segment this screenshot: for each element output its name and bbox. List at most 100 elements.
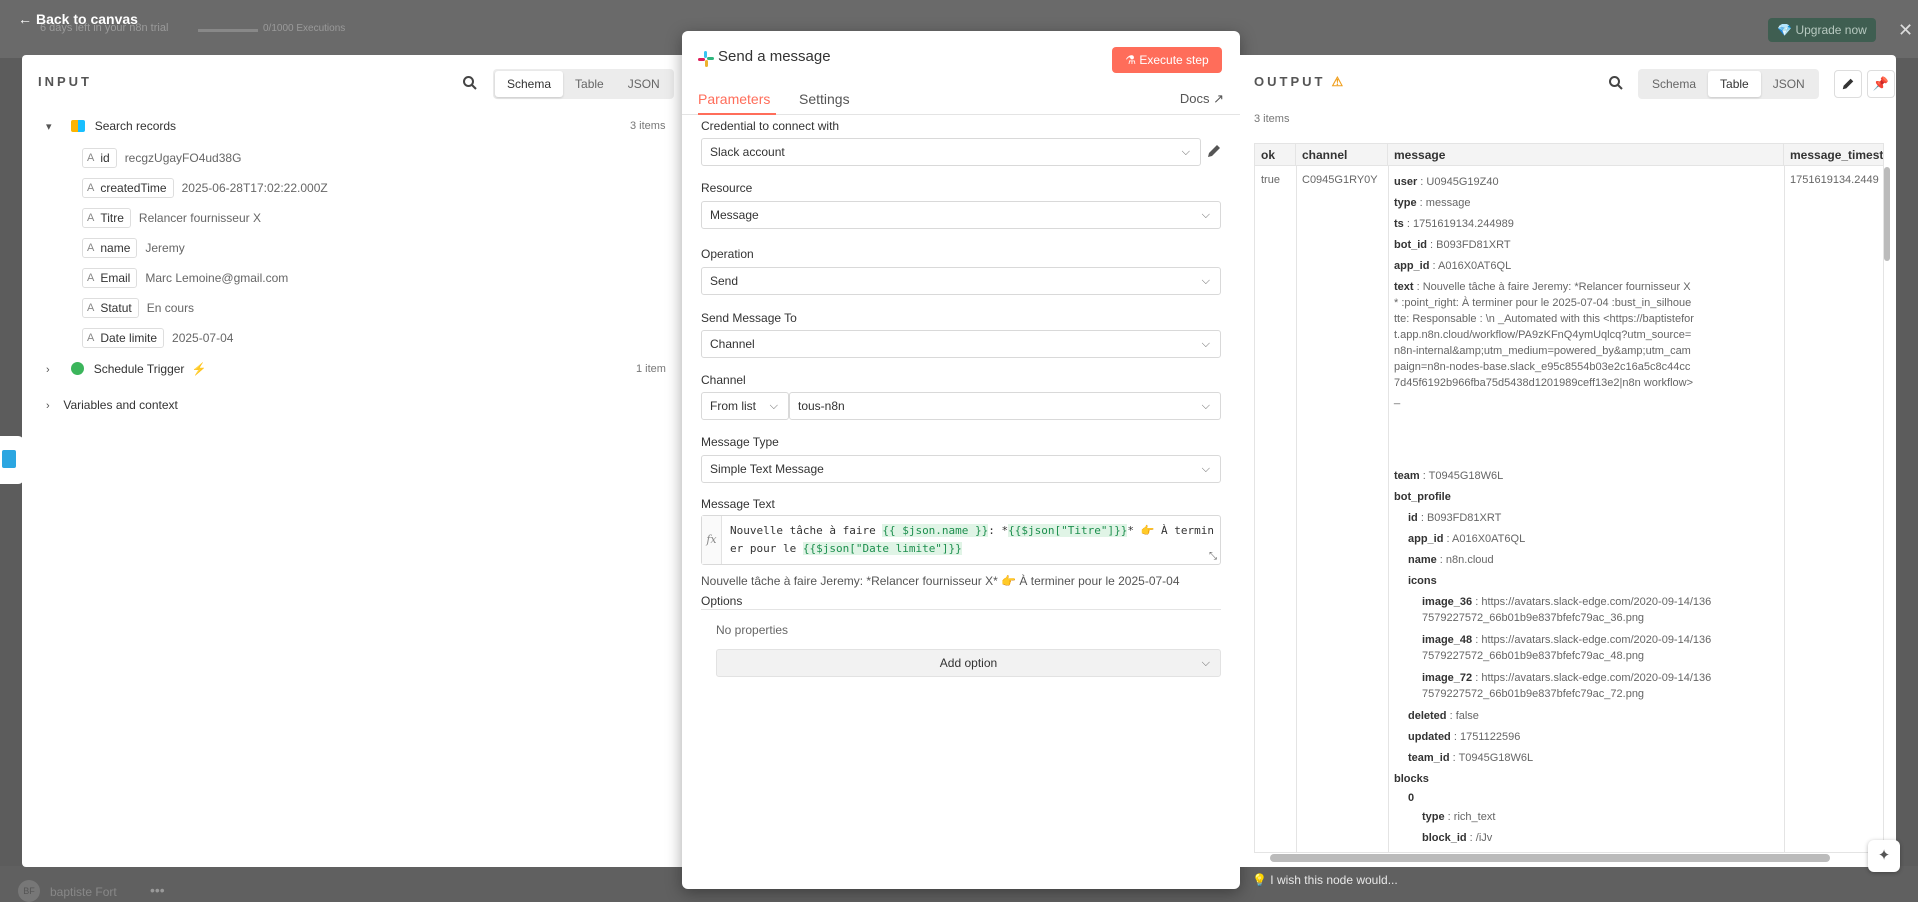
output-title: OUTPUT ⚠ bbox=[1254, 74, 1344, 89]
column-header[interactable]: message_timest bbox=[1784, 144, 1883, 166]
close-icon[interactable]: ✕ bbox=[1898, 20, 1913, 41]
docs-link[interactable]: Docs ↗ bbox=[1180, 91, 1224, 107]
schedule-trigger-node[interactable]: › Schedule Trigger ⚡ bbox=[46, 362, 207, 376]
add-option-button[interactable]: Add option ⌵ bbox=[716, 649, 1221, 677]
expression-token: {{$json["Titre"]}} bbox=[1008, 524, 1128, 537]
chevron-down-icon: ⌵ bbox=[1201, 400, 1210, 412]
operation-value: Send bbox=[710, 274, 739, 288]
resource-select[interactable]: Message ⌵ bbox=[701, 201, 1221, 229]
channel-mode-select[interactable]: From list ⌵ bbox=[701, 392, 789, 420]
active-tab-indicator bbox=[698, 113, 776, 115]
more-options-icon[interactable]: ••• bbox=[150, 882, 165, 898]
output-tab-schema[interactable]: Schema bbox=[1640, 71, 1708, 97]
input-tab-table[interactable]: Table bbox=[563, 71, 616, 97]
string-type-icon: A bbox=[87, 212, 95, 224]
ai-assistant-button[interactable]: ✦ bbox=[1868, 840, 1900, 872]
blocks-group: blocks bbox=[1394, 773, 1429, 785]
output-tab-table[interactable]: Table bbox=[1708, 71, 1761, 97]
string-type-icon: A bbox=[87, 152, 95, 164]
resource-label: Resource bbox=[701, 181, 753, 195]
feedback-link[interactable]: 💡 I wish this node would... bbox=[1252, 873, 1398, 887]
node-title[interactable]: Send a message bbox=[718, 48, 831, 65]
variables-context-label: Variables and context bbox=[63, 398, 178, 412]
node-settings-panel: Send a message ⚗ Execute step Parameters… bbox=[682, 31, 1240, 889]
message-text-input[interactable]: fx Nouvelle tâche à faire {{ $json.name … bbox=[701, 515, 1221, 565]
output-tab-json[interactable]: JSON bbox=[1761, 71, 1817, 97]
bot-profile-field: app_id : A016X0AT6QL bbox=[1408, 533, 1526, 545]
bot-profile-field: updated : 1751122596 bbox=[1408, 731, 1521, 743]
execute-step-label: Execute step bbox=[1139, 53, 1209, 67]
tab-settings[interactable]: Settings bbox=[799, 91, 850, 107]
message-field: app_id : A016X0AT6QL bbox=[1394, 260, 1512, 272]
variables-context-node[interactable]: › Variables and context bbox=[46, 398, 178, 412]
input-tab-json[interactable]: JSON bbox=[616, 71, 672, 97]
airtable-icon bbox=[2, 450, 16, 468]
credential-label: Credential to connect with bbox=[701, 119, 840, 133]
send-to-value: Channel bbox=[710, 337, 755, 351]
message-field: team : T0945G18W6L bbox=[1394, 470, 1504, 482]
no-properties-text: No properties bbox=[716, 623, 789, 637]
schema-field[interactable]: Aid recgzUgayFO4ud38G bbox=[82, 148, 241, 168]
schema-field[interactable]: A Date limite 2025-07-04 bbox=[82, 328, 233, 348]
schema-field[interactable]: A Email Marc Lemoine@gmail.com bbox=[82, 268, 288, 288]
cell-ok: true bbox=[1261, 174, 1280, 186]
block-field: type : rich_text bbox=[1422, 811, 1496, 823]
operation-select[interactable]: Send ⌵ bbox=[701, 267, 1221, 295]
pin-data-button[interactable]: 📌 bbox=[1867, 70, 1895, 98]
cell-message-ts: 1751619134.2449 bbox=[1790, 174, 1879, 186]
search-icon[interactable] bbox=[1608, 75, 1624, 91]
canvas-node-tab[interactable] bbox=[0, 436, 24, 484]
input-panel: INPUT Schema Table JSON ▾ Search records… bbox=[22, 55, 682, 867]
icons-group: icons bbox=[1408, 575, 1437, 587]
message-type-select[interactable]: Simple Text Message ⌵ bbox=[701, 455, 1221, 483]
schedule-trigger-label: Schedule Trigger bbox=[93, 362, 185, 376]
channel-label: Channel bbox=[701, 373, 746, 387]
channel-select[interactable]: tous-n8n ⌵ bbox=[789, 392, 1221, 420]
warning-icon: ⚠ bbox=[1331, 74, 1344, 89]
search-icon[interactable] bbox=[462, 75, 478, 91]
column-header[interactable]: channel bbox=[1296, 144, 1388, 166]
message-text-label: Message Text bbox=[701, 497, 775, 511]
chevron-down-icon: ⌵ bbox=[1201, 338, 1210, 350]
icon-url-field: image_72 : https://avatars.slack-edge.co… bbox=[1422, 672, 1712, 700]
credential-value: Slack account bbox=[710, 145, 785, 159]
schema-field[interactable]: AcreatedTime 2025-06-28T17:02:22.000Z bbox=[82, 178, 328, 198]
external-link-icon: ↗ bbox=[1213, 91, 1224, 106]
string-type-icon: A bbox=[87, 272, 95, 284]
bot-profile-field: name : n8n.cloud bbox=[1408, 554, 1494, 566]
avatar[interactable]: BF bbox=[18, 880, 40, 902]
expand-icon[interactable]: ⤡ bbox=[1209, 551, 1217, 562]
column-header[interactable]: ok bbox=[1255, 144, 1296, 166]
input-tab-schema[interactable]: Schema bbox=[495, 71, 564, 97]
schema-field[interactable]: A Statut En cours bbox=[82, 298, 194, 318]
pencil-icon bbox=[1842, 78, 1854, 90]
tab-parameters[interactable]: Parameters bbox=[698, 91, 770, 107]
search-records-label: Search records bbox=[94, 119, 177, 133]
add-option-label: Add option bbox=[939, 656, 998, 670]
column-header[interactable]: message bbox=[1388, 144, 1784, 166]
chevron-down-icon: ⌵ bbox=[1201, 463, 1210, 475]
output-items-count: 3 items bbox=[1254, 113, 1290, 125]
flask-icon: ⚗ bbox=[1125, 53, 1137, 67]
chevron-down-icon: ⌵ bbox=[1201, 209, 1210, 221]
horizontal-scrollbar[interactable] bbox=[1270, 854, 1830, 862]
back-to-canvas-link[interactable]: ← Back to canvas bbox=[18, 11, 138, 27]
string-type-icon: A bbox=[87, 302, 95, 314]
send-to-select[interactable]: Channel ⌵ bbox=[701, 330, 1221, 358]
edit-credential-icon[interactable] bbox=[1206, 143, 1222, 159]
blocks-index: 0 bbox=[1408, 792, 1415, 804]
channel-mode-value: From list bbox=[710, 399, 756, 413]
schema-field[interactable]: Aname Jeremy bbox=[82, 238, 185, 258]
output-view-toggle: Schema Table JSON bbox=[1638, 69, 1819, 99]
vertical-scrollbar[interactable] bbox=[1883, 147, 1891, 847]
upgrade-button[interactable]: 💎 Upgrade now bbox=[1768, 18, 1876, 42]
options-label: Options bbox=[701, 594, 743, 608]
edit-output-button[interactable] bbox=[1834, 70, 1862, 98]
search-records-node[interactable]: ▾ Search records bbox=[46, 119, 176, 133]
chevron-down-icon: ⌵ bbox=[1201, 657, 1210, 669]
schema-field[interactable]: A Titre Relancer fournisseur X bbox=[82, 208, 261, 228]
execute-step-button[interactable]: ⚗ Execute step bbox=[1112, 47, 1222, 73]
lightning-icon: ⚡ bbox=[191, 362, 207, 376]
credential-select[interactable]: Slack account ⌵ bbox=[701, 138, 1201, 166]
executions-count: 0/1000 Executions bbox=[263, 23, 346, 34]
